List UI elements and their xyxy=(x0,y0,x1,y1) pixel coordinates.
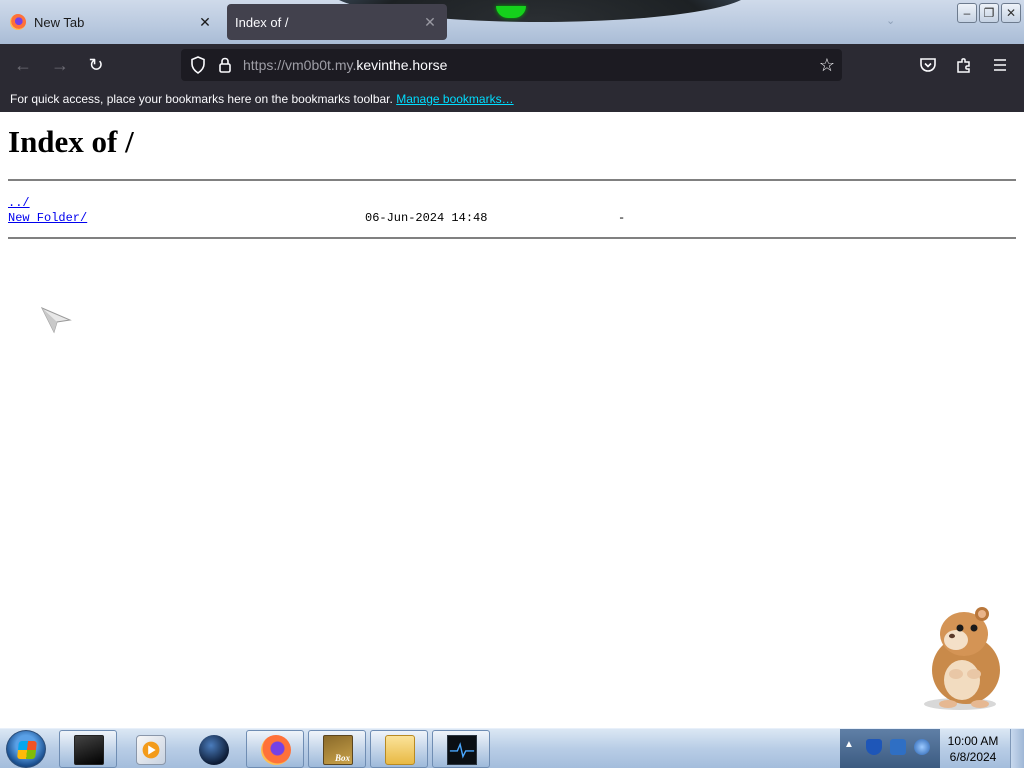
bookmark-star-icon[interactable]: ☆ xyxy=(813,51,841,79)
page-title: Index of / xyxy=(8,124,134,159)
divider-top xyxy=(8,179,1016,181)
taskbar-app-monitor[interactable] xyxy=(432,730,490,768)
globe-icon xyxy=(199,735,229,765)
list-item: New Folder/ 06-Jun-2024 14:48 - xyxy=(8,211,708,226)
start-button[interactable] xyxy=(6,730,46,768)
box-game-icon: Box xyxy=(323,735,353,765)
taskbar-app-globe[interactable] xyxy=(184,730,242,768)
tab-index-of[interactable]: Index of / ✕ xyxy=(227,4,447,40)
clock-time: 10:00 AM xyxy=(947,734,999,748)
back-button[interactable]: ← xyxy=(9,51,37,79)
system-clock[interactable]: 10:00 AM 6/8/2024 xyxy=(942,733,1004,765)
taskbar-app-firefox[interactable] xyxy=(246,730,304,768)
extensions-icon[interactable] xyxy=(954,55,974,75)
close-tab-icon[interactable]: ✕ xyxy=(194,11,216,33)
network-icon[interactable] xyxy=(890,739,906,755)
list-all-tabs-icon[interactable]: ⌄ xyxy=(886,14,895,27)
taskbar-app-media-player[interactable] xyxy=(121,730,179,768)
url-host: kevinthe.horse xyxy=(356,57,448,73)
list-item: ../ xyxy=(8,196,708,211)
restore-icon[interactable]: ❐ xyxy=(979,3,999,23)
clock-date: 6/8/2024 xyxy=(949,750,997,764)
folder-link[interactable]: New Folder/ xyxy=(8,211,87,225)
taskbar-app-box[interactable]: Box xyxy=(308,730,366,768)
divider-bottom xyxy=(8,237,1016,239)
firefox-icon xyxy=(10,14,26,30)
monitor-icon xyxy=(447,735,477,765)
parent-directory-link[interactable]: ../ xyxy=(8,196,30,210)
firefox-icon xyxy=(261,735,291,765)
box-label: Box xyxy=(334,753,350,763)
minimize-icon[interactable]: – xyxy=(957,3,977,23)
entry-size: - xyxy=(618,211,626,225)
show-hidden-icons-button[interactable]: ▲ xyxy=(844,739,854,750)
volume-icon[interactable] xyxy=(914,739,930,755)
media-player-icon xyxy=(136,735,166,765)
window-controls: – ❐ ✕ xyxy=(957,3,1021,23)
desktop: New Tab ✕ Index of / ✕ ⌄ – ❐ ✕ ← → ↻ htt… xyxy=(0,0,1024,768)
menu-icon[interactable] xyxy=(990,55,1010,75)
terminal-icon xyxy=(74,735,104,765)
tab-strip: New Tab ✕ Index of / ✕ ⌄ – ❐ ✕ xyxy=(0,0,1024,44)
page-content: Index of / ../ New Folder/ 06-Jun-2024 1… xyxy=(0,112,1024,728)
shield-icon[interactable] xyxy=(188,55,208,75)
directory-listing: ../ New Folder/ 06-Jun-2024 14:48 - xyxy=(8,196,708,226)
tab-new-tab[interactable]: New Tab ✕ xyxy=(4,4,222,40)
close-window-icon[interactable]: ✕ xyxy=(1001,3,1021,23)
lock-icon[interactable] xyxy=(215,55,235,75)
bookmarks-message: For quick access, place your bookmarks h… xyxy=(10,92,393,106)
show-desktop-button[interactable] xyxy=(1010,729,1024,768)
url-prefix: https://vm0b0t.my. xyxy=(243,57,357,73)
close-tab-icon[interactable]: ✕ xyxy=(419,11,441,33)
tab-title: Index of / xyxy=(235,14,289,30)
hamster-mascot-icon xyxy=(924,607,1000,710)
reload-button[interactable]: ↻ xyxy=(82,51,110,79)
windows-logo-icon xyxy=(17,741,37,759)
pocket-icon[interactable] xyxy=(918,55,938,75)
entry-date: 06-Jun-2024 14:48 xyxy=(365,211,488,225)
bookmarks-toolbar: For quick access, place your bookmarks h… xyxy=(0,86,1024,112)
taskbar-app-explorer[interactable] xyxy=(370,730,428,768)
forward-button[interactable]: → xyxy=(46,51,74,79)
tab-title: New Tab xyxy=(34,14,85,30)
taskbar-app-terminal[interactable] xyxy=(59,730,117,768)
security-shield-icon[interactable] xyxy=(866,739,882,755)
mouse-cursor-icon xyxy=(40,307,72,334)
navigation-toolbar: ← → ↻ https://vm0b0t.my.kevinthe.horse ☆ xyxy=(0,44,1024,86)
url-text[interactable]: https://vm0b0t.my.kevinthe.horse xyxy=(243,57,447,73)
url-bar[interactable]: https://vm0b0t.my.kevinthe.horse ☆ xyxy=(181,49,842,81)
manage-bookmarks-link[interactable]: Manage bookmarks… xyxy=(396,92,513,106)
folder-icon xyxy=(385,735,415,765)
taskbar: Box ▲ 10:00 AM 6/8/2024 xyxy=(0,728,1024,768)
